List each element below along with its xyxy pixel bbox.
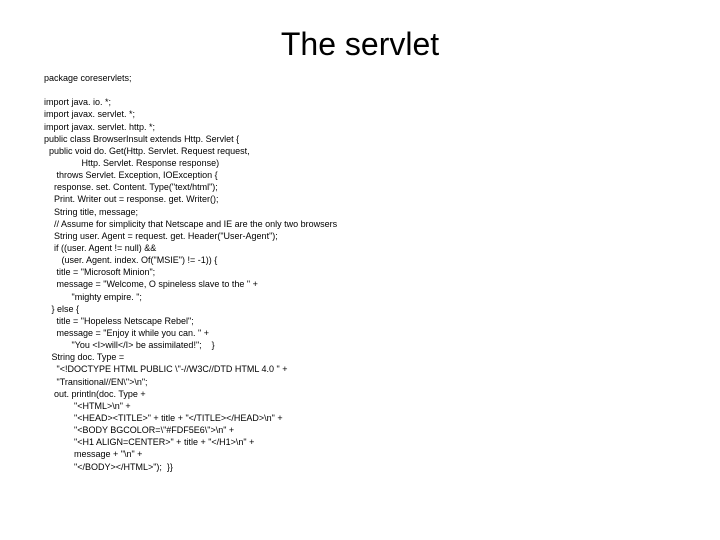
- slide-title: The servlet: [0, 26, 720, 63]
- code-block: package coreservlets; import java. io. *…: [44, 72, 337, 473]
